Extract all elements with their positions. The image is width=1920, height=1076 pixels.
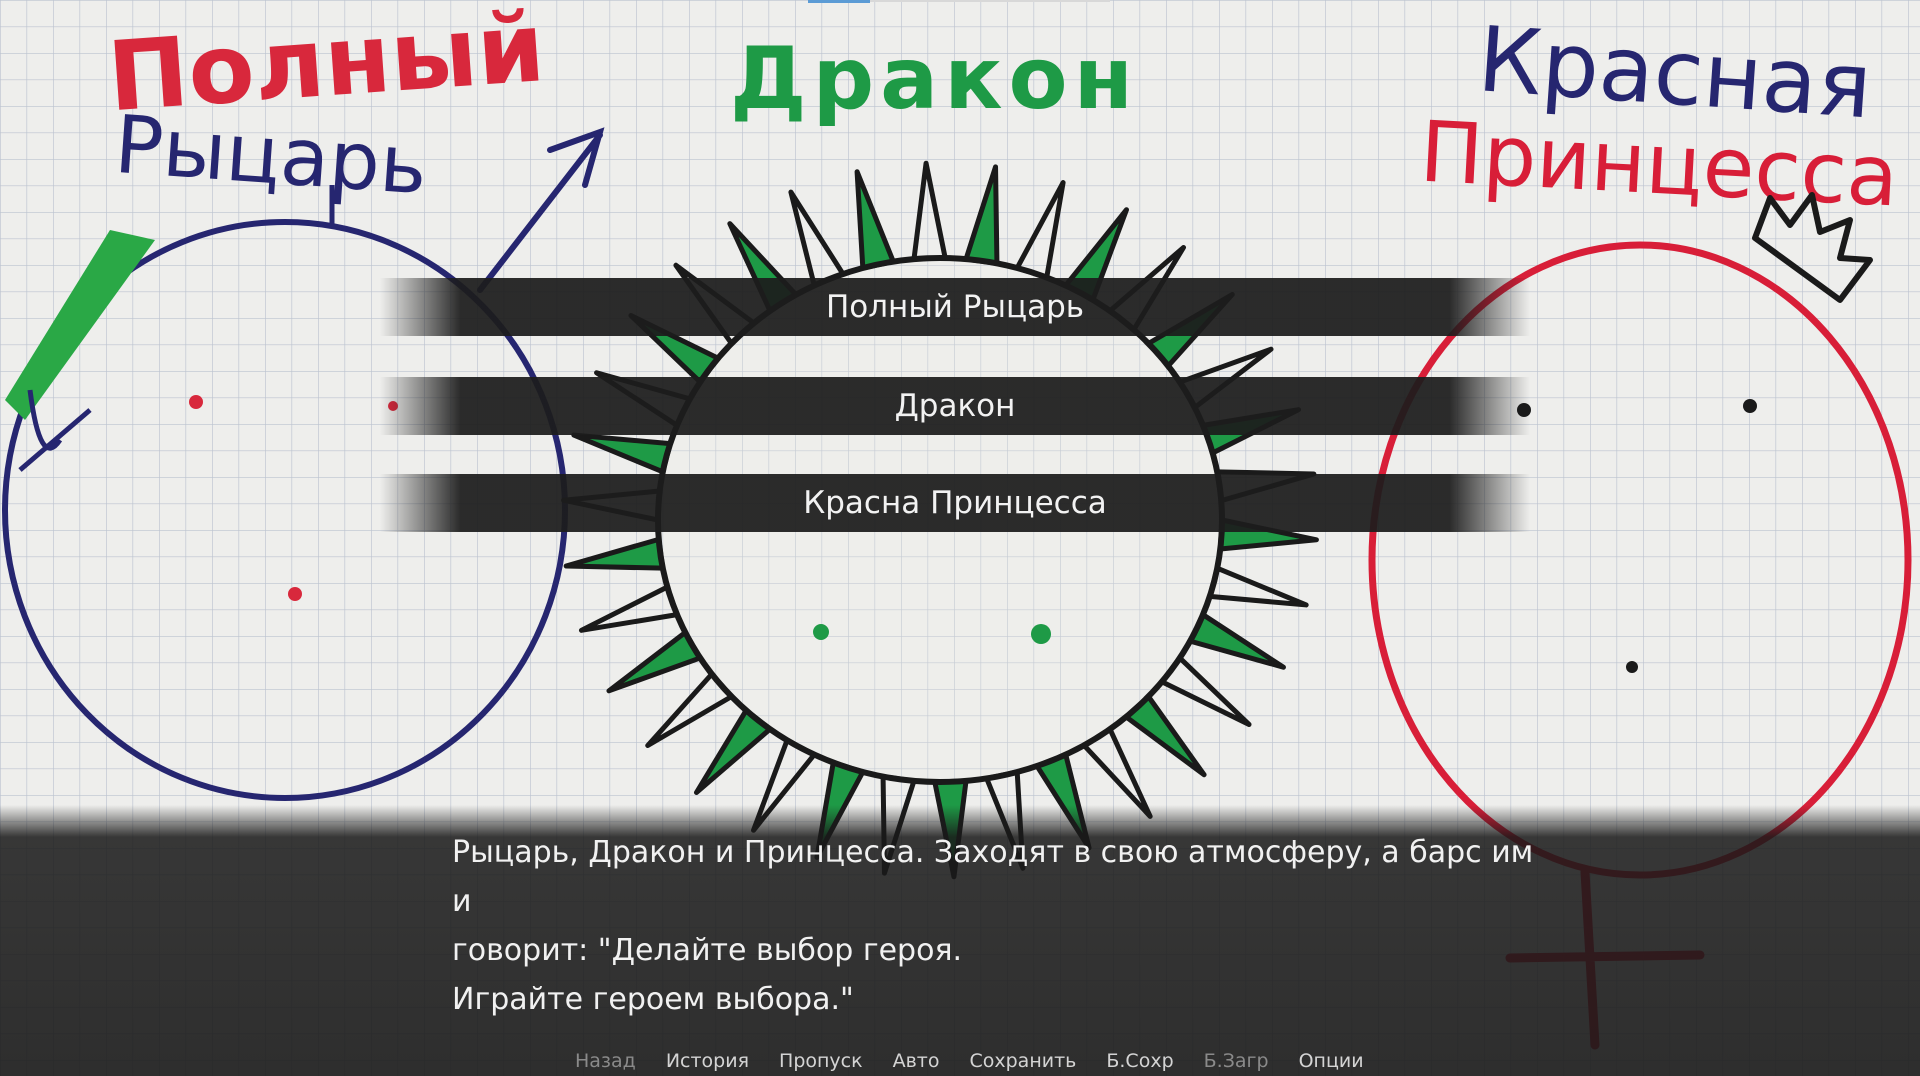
choice-princess-button[interactable]: Красна Принцесса — [380, 474, 1530, 532]
choice-knight-button[interactable]: Полный Рыцарь — [380, 278, 1530, 336]
save-button[interactable]: Сохранить — [954, 1050, 1091, 1074]
dragon-title: Дракон — [730, 29, 1139, 129]
options-button[interactable]: Опции — [1284, 1050, 1379, 1074]
quick-load-button[interactable]: Б.Загр — [1189, 1050, 1284, 1074]
back-button[interactable]: Назад — [560, 1050, 651, 1074]
window-bar — [870, 0, 1110, 2]
skip-button[interactable]: Пропуск — [764, 1050, 878, 1074]
quick-menu: Назад История Пропуск Авто Сохранить Б.С… — [560, 1050, 1364, 1074]
history-button[interactable]: История — [651, 1050, 764, 1074]
progress-indicator — [808, 0, 870, 3]
quick-save-button[interactable]: Б.Сохр — [1091, 1050, 1188, 1074]
auto-button[interactable]: Авто — [878, 1050, 955, 1074]
dialogue-text: Рыцарь, Дракон и Принцесса. Заходят в св… — [452, 835, 1534, 1017]
choice-dragon-button[interactable]: Дракон — [380, 377, 1530, 435]
